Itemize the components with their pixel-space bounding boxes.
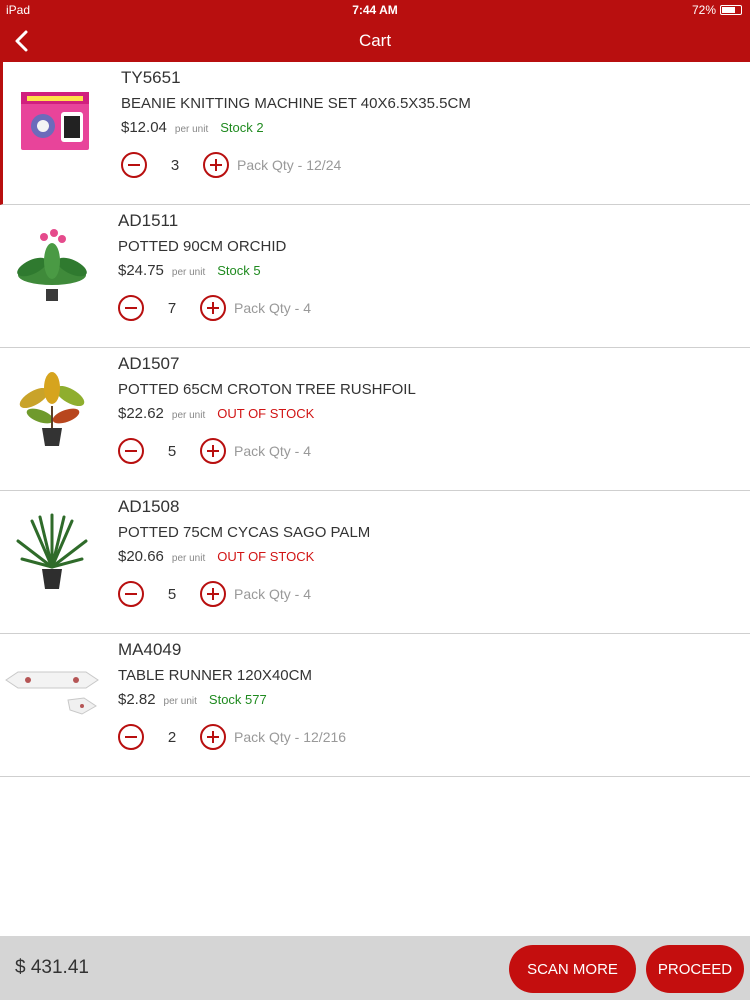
quantity-value: 7 — [167, 299, 177, 317]
per-unit-label: per unit — [171, 267, 206, 278]
scan-more-button[interactable]: SCAN MORE — [509, 945, 636, 993]
pack-qty-label: Pack Qty - 12/216 — [234, 729, 347, 745]
stock-status: OUT OF STOCK — [217, 549, 315, 564]
decrease-qty-button[interactable] — [118, 295, 144, 321]
cart-item[interactable]: AD1508 POTTED 75CM CYCAS SAGO PALM $20.6… — [0, 491, 750, 634]
product-name: POTTED 90CM ORCHID — [118, 238, 287, 255]
battery-icon — [720, 5, 742, 15]
decrease-qty-button[interactable] — [118, 581, 144, 607]
decrease-qty-button[interactable] — [118, 438, 144, 464]
product-thumbnail — [13, 80, 97, 164]
stock-status: OUT OF STOCK — [217, 406, 315, 421]
per-unit-label: per unit — [163, 696, 197, 707]
status-bar: iPad 7:44 AM 72% — [0, 0, 750, 20]
per-unit-label: per unit — [171, 410, 206, 421]
quantity-stepper: 5 Pack Qty - 4 — [118, 581, 311, 607]
minus-icon — [125, 307, 137, 309]
quantity-value: 2 — [167, 728, 177, 746]
quantity-stepper: 2 Pack Qty - 12/216 — [118, 724, 346, 750]
stock-status: Stock 2 — [220, 120, 264, 135]
product-sku: TY5651 — [121, 68, 181, 87]
quantity-stepper: 5 Pack Qty - 4 — [118, 438, 311, 464]
product-name: BEANIE KNITTING MACHINE SET 40X6.5X35.5C… — [121, 95, 471, 112]
header-bar: iPad 7:44 AM 72% Cart — [0, 0, 750, 62]
cart-item[interactable]: MA4049 TABLE RUNNER 120X40CM $2.82 per u… — [0, 634, 750, 777]
status-time: 7:44 AM — [352, 3, 398, 17]
pack-qty-label: Pack Qty - 4 — [234, 300, 312, 316]
price-row: $2.82 per unit Stock 577 — [118, 691, 267, 708]
product-thumbnail — [4, 652, 100, 736]
increase-qty-button[interactable] — [200, 581, 226, 607]
pack-qty-label: Pack Qty - 4 — [234, 443, 312, 459]
product-price: $12.04 — [121, 119, 167, 136]
cart-total: $ 431.41 — [15, 957, 89, 978]
quantity-stepper: 7 Pack Qty - 4 — [118, 295, 311, 321]
minus-icon — [128, 164, 140, 166]
product-name: POTTED 75CM CYCAS SAGO PALM — [118, 524, 371, 541]
price-row: $24.75 per unit Stock 5 — [118, 262, 261, 279]
product-price: $22.62 — [118, 405, 164, 422]
page-title: Cart — [358, 31, 392, 50]
price-row: $20.66 per unit OUT OF STOCK — [118, 548, 314, 565]
product-sku: AD1507 — [118, 354, 180, 373]
product-sku: AD1511 — [118, 211, 179, 230]
cart-item[interactable]: AD1507 POTTED 65CM CROTON TREE RUSHFOIL … — [0, 348, 750, 491]
increase-qty-button[interactable] — [200, 724, 226, 750]
pack-qty-label: Pack Qty - 4 — [234, 586, 312, 602]
product-name: TABLE RUNNER 120X40CM — [118, 667, 312, 684]
product-price: $2.82 — [118, 691, 156, 708]
per-unit-label: per unit — [174, 124, 209, 135]
product-sku: MA4049 — [118, 640, 182, 659]
minus-icon — [125, 593, 137, 595]
cart-item[interactable]: TY5651 BEANIE KNITTING MACHINE SET 40X6.… — [0, 62, 750, 205]
minus-icon — [125, 450, 137, 452]
stock-status: Stock 5 — [217, 263, 261, 278]
battery-status: 72% — [692, 3, 742, 17]
stock-status: Stock 577 — [208, 692, 267, 707]
price-row: $22.62 per unit OUT OF STOCK — [118, 405, 314, 422]
product-price: $20.66 — [118, 548, 164, 565]
quantity-value: 5 — [167, 442, 177, 460]
quantity-value: 3 — [170, 156, 180, 174]
cart-list: TY5651 BEANIE KNITTING MACHINE SET 40X6.… — [0, 62, 750, 777]
increase-qty-button[interactable] — [200, 295, 226, 321]
proceed-button[interactable]: PROCEED — [646, 945, 744, 993]
product-name: POTTED 65CM CROTON TREE RUSHFOIL — [118, 381, 416, 398]
per-unit-label: per unit — [171, 553, 206, 564]
minus-icon — [125, 736, 137, 738]
decrease-qty-button[interactable] — [121, 152, 147, 178]
product-sku: AD1508 — [118, 497, 180, 516]
price-row: $12.04 per unit Stock 2 — [121, 119, 264, 136]
product-thumbnail — [10, 366, 94, 450]
decrease-qty-button[interactable] — [118, 724, 144, 750]
nav-bar: Cart — [0, 20, 750, 62]
quantity-value: 5 — [167, 585, 177, 603]
product-price: $24.75 — [118, 262, 164, 279]
product-thumbnail — [10, 509, 94, 593]
pack-qty-label: Pack Qty - 12/24 — [237, 157, 342, 173]
cart-item[interactable]: AD1511 POTTED 90CM ORCHID $24.75 per uni… — [0, 205, 750, 348]
increase-qty-button[interactable] — [200, 438, 226, 464]
quantity-stepper: 3 Pack Qty - 12/24 — [121, 152, 341, 178]
cart-footer: $ 431.41 SCAN MORE PROCEED — [0, 936, 750, 1000]
battery-percent: 72% — [691, 3, 716, 17]
product-thumbnail — [10, 223, 94, 307]
increase-qty-button[interactable] — [203, 152, 229, 178]
